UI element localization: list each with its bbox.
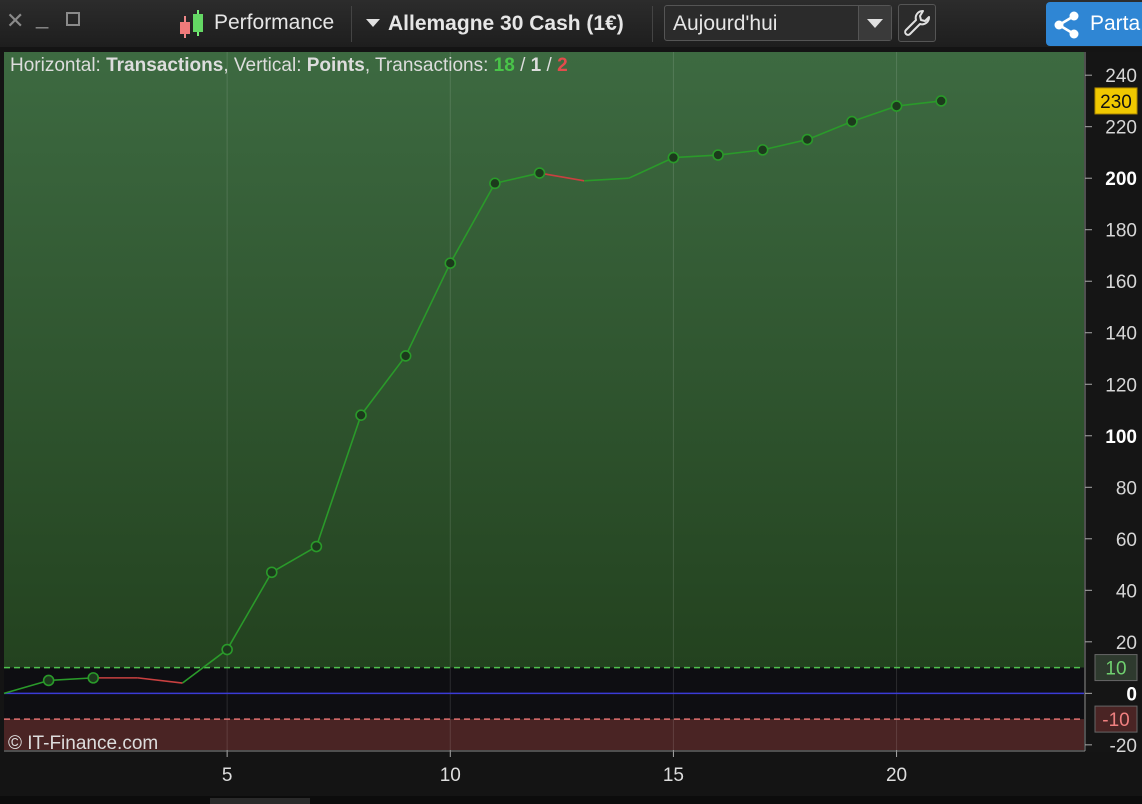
equity-point <box>489 177 501 190</box>
y-tick-label: 140 <box>1105 324 1137 345</box>
x-tick-label: 15 <box>663 765 684 786</box>
lower-threshold-badge: -10 <box>1102 710 1129 731</box>
neutral-count: 1 <box>531 55 542 76</box>
y-tick-label: -20 <box>1110 736 1137 757</box>
instrument-dropdown-icon[interactable] <box>365 14 381 35</box>
equity-point <box>801 133 814 146</box>
minimize-icon[interactable]: _ <box>36 4 48 30</box>
equity-point <box>87 672 100 684</box>
separator: / <box>541 55 557 76</box>
toolbar-divider <box>351 6 352 42</box>
current-value-badge: 230 <box>1100 92 1132 113</box>
share-label: Parta <box>1090 12 1141 35</box>
vertical-label: , Vertical: <box>223 55 306 76</box>
upper-threshold-badge: 10 <box>1105 659 1126 680</box>
equity-point <box>221 643 233 656</box>
equity-point <box>42 674 55 687</box>
x-tick-label: 20 <box>886 765 907 786</box>
copyright-text: © IT-Finance.com <box>8 733 158 754</box>
y-tick-label: 100 <box>1105 427 1137 448</box>
candlestick-icon <box>176 8 206 40</box>
separator: / <box>515 55 531 76</box>
share-icon <box>1052 10 1082 45</box>
instrument-selector[interactable]: Allemagne 30 Cash (1€) <box>388 12 624 36</box>
y-tick-label: 20 <box>1116 633 1137 654</box>
maximize-icon[interactable] <box>66 12 80 26</box>
equity-point <box>444 257 457 270</box>
equity-point <box>533 167 546 179</box>
equity-point <box>890 100 903 112</box>
y-tick-label: 180 <box>1105 221 1137 242</box>
y-tick-label: 40 <box>1116 581 1137 602</box>
chart-header: Horizontal: Transactions, Vertical: Poin… <box>10 55 568 76</box>
performance-label[interactable]: Performance <box>214 11 334 35</box>
bottom-strip <box>0 796 1142 804</box>
horizontal-value: Transactions <box>106 55 223 76</box>
share-button[interactable]: Parta <box>1046 2 1142 46</box>
y-tick-label: 0 <box>1126 684 1137 705</box>
period-value: Aujourd'hui <box>673 12 778 35</box>
toolbar-divider <box>652 6 653 42</box>
equity-point <box>712 149 724 161</box>
toolbar: ✕ _ Performance Allemagne 30 Cash (1€) A… <box>0 0 1142 48</box>
loss-zone <box>4 719 1084 750</box>
period-select[interactable]: Aujourd'hui <box>664 5 892 41</box>
y-tick-label: 60 <box>1116 530 1137 551</box>
equity-point <box>310 540 323 553</box>
wins-count: 18 <box>494 55 515 76</box>
settings-button[interactable] <box>898 4 936 42</box>
chevron-down-icon[interactable] <box>858 6 891 40</box>
vertical-value: Points <box>307 55 365 76</box>
y-tick-label: 240 <box>1105 66 1137 87</box>
losses-count: 2 <box>557 55 568 76</box>
x-tick-label: 5 <box>222 765 233 786</box>
y-tick-label: 200 <box>1105 169 1137 190</box>
performance-chart[interactable]: 5 10 15 20240220200180160140120100806040200… <box>0 47 1142 796</box>
y-tick-label: 220 <box>1105 118 1137 139</box>
transactions-label: , Transactions: <box>365 55 494 76</box>
equity-point <box>355 409 367 421</box>
profit-zone <box>4 52 1084 668</box>
equity-point <box>756 144 769 156</box>
y-tick-label: 80 <box>1116 478 1137 499</box>
y-tick-label: 160 <box>1105 272 1137 293</box>
equity-point <box>846 115 858 128</box>
horizontal-label: Horizontal: <box>10 55 106 76</box>
equity-point <box>667 151 680 164</box>
equity-point <box>265 566 278 579</box>
close-icon[interactable]: ✕ <box>6 8 24 34</box>
equity-point <box>935 95 947 107</box>
x-tick-label: 10 <box>440 765 461 786</box>
wrench-icon <box>899 10 935 45</box>
y-tick-label: 120 <box>1105 375 1137 396</box>
equity-point <box>399 350 412 362</box>
bottom-tab[interactable] <box>210 798 310 804</box>
